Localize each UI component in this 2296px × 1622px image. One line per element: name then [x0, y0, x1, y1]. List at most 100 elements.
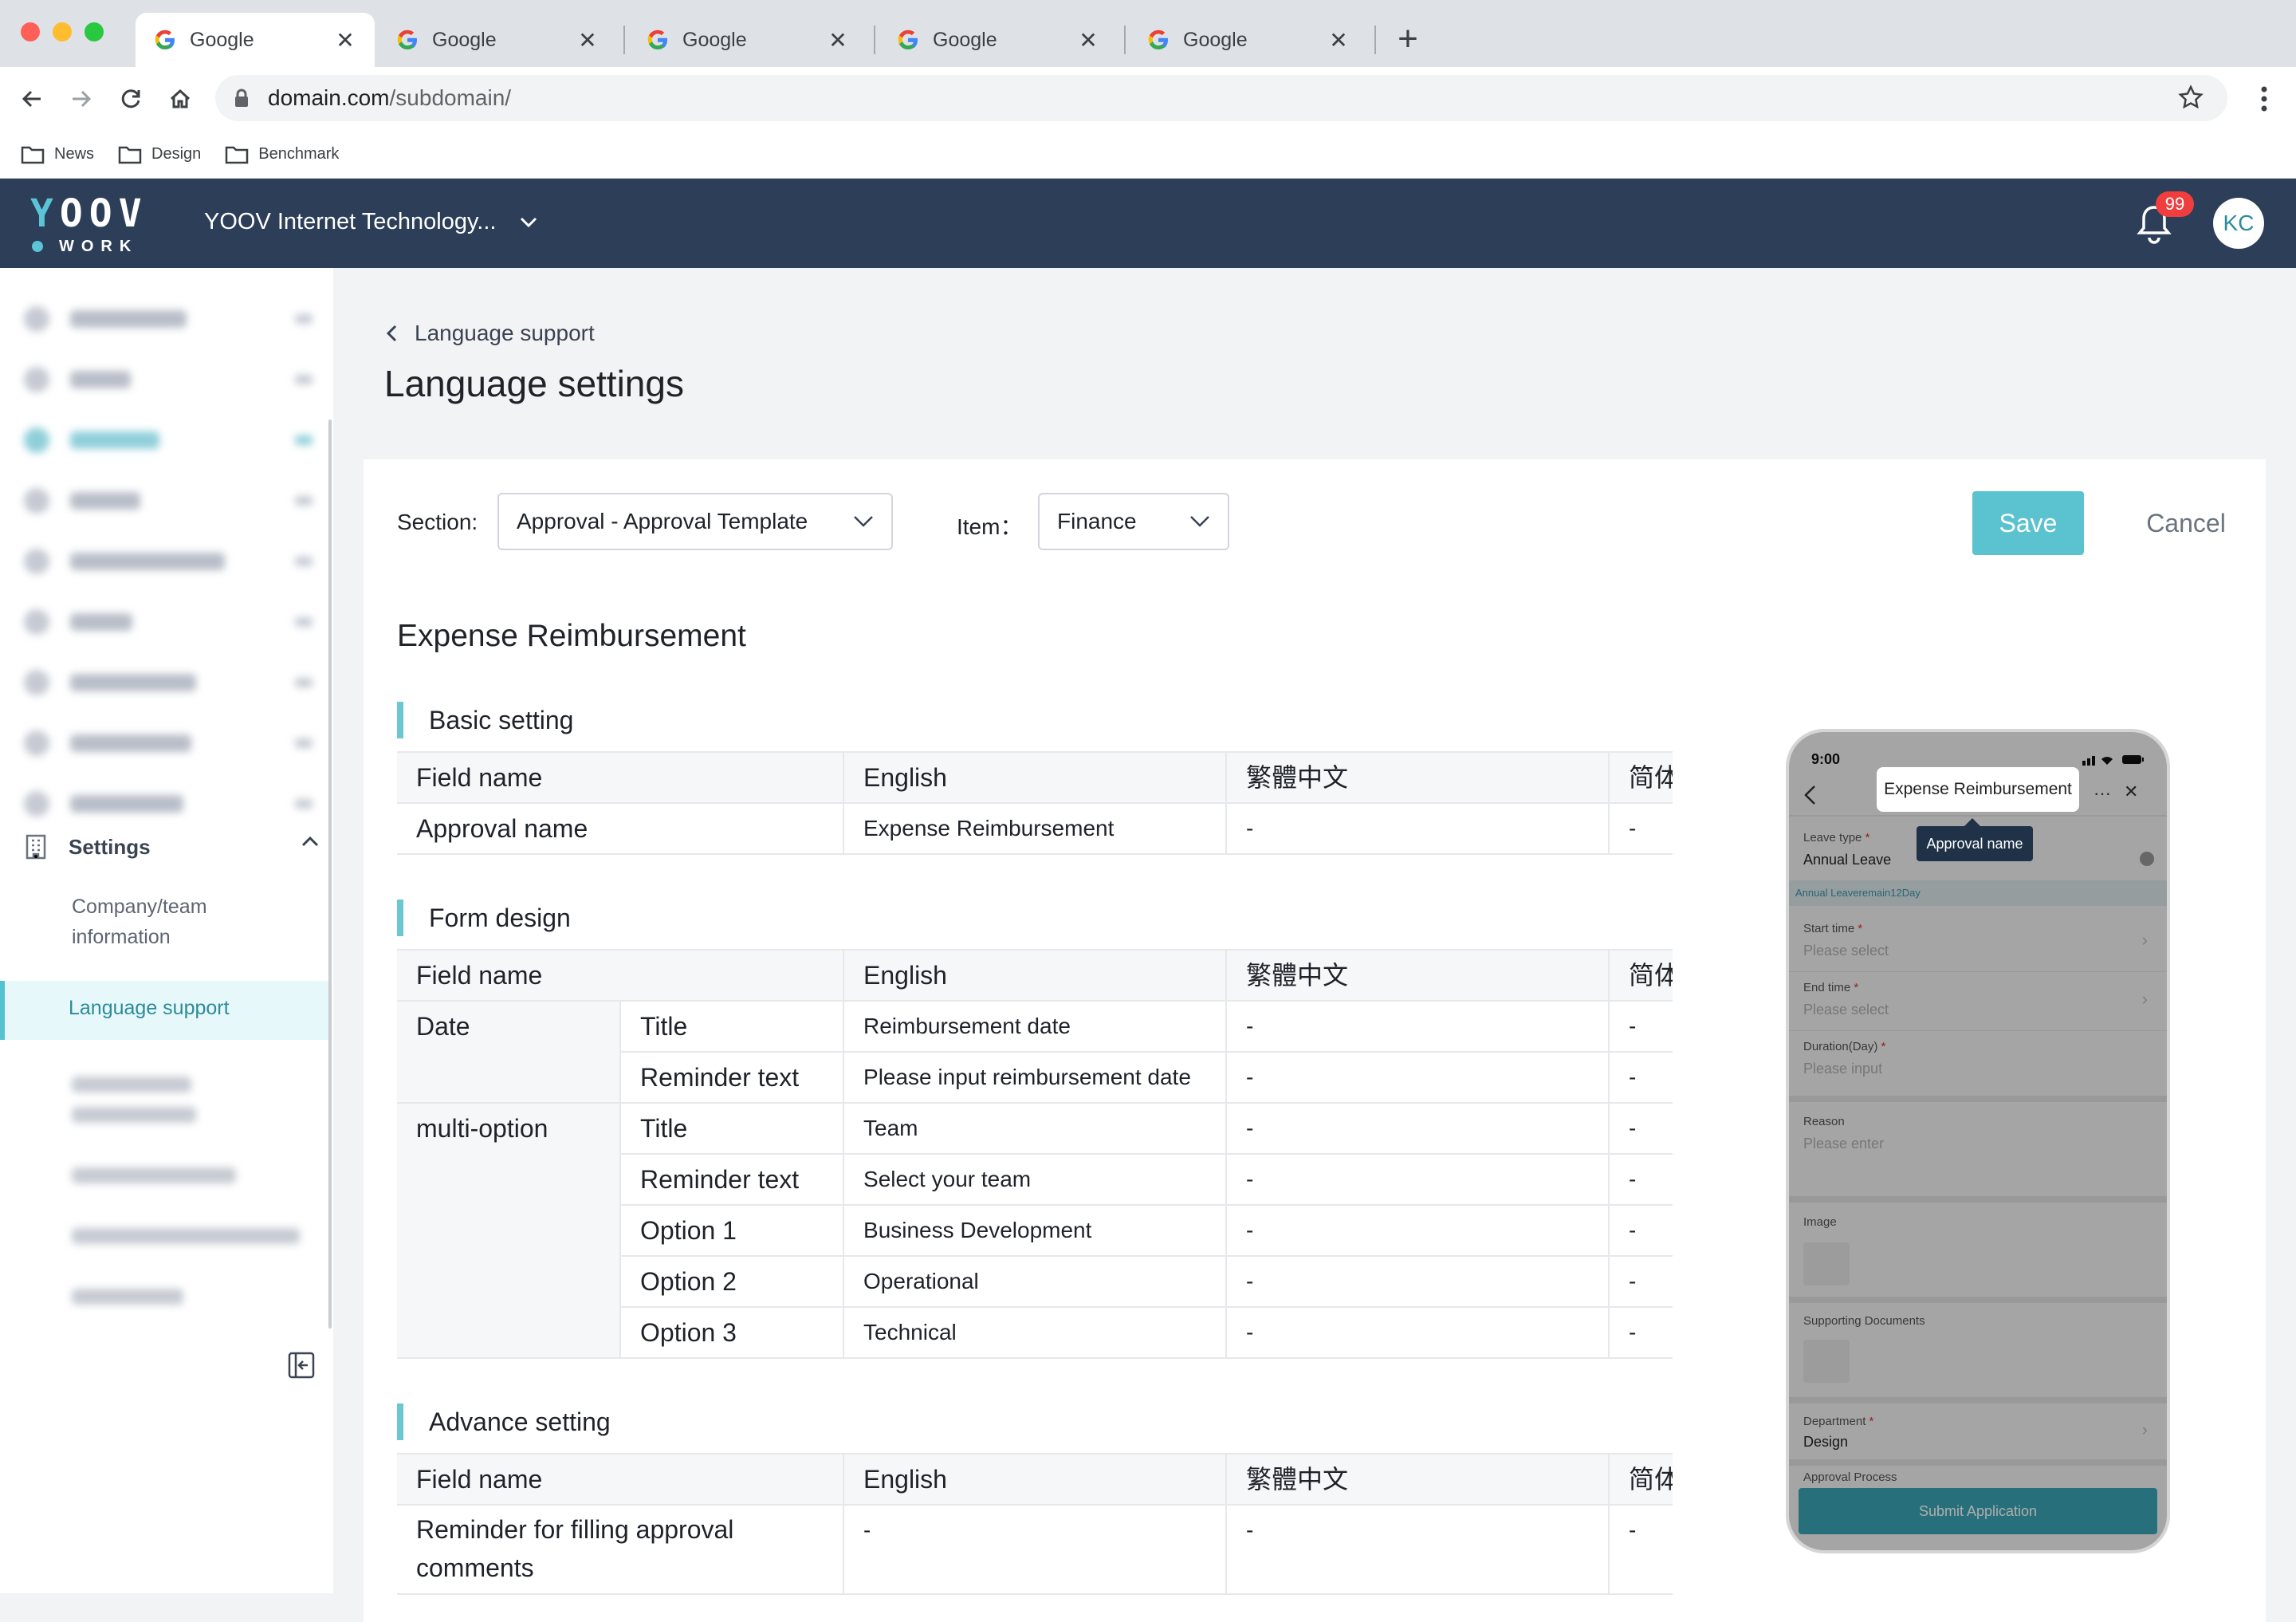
reload-icon[interactable] [113, 81, 148, 116]
english-cell[interactable]: Operational [843, 1256, 1228, 1308]
address-bar[interactable]: domain.com/subdomain/ [215, 75, 2227, 121]
simplified-cell[interactable]: - [1609, 1256, 1673, 1308]
table-row: Reminder for filling approval comments -… [397, 1505, 1673, 1595]
sidebar: Settings Company/team information Langua… [0, 268, 333, 1593]
sidebar-sub-label-line2: information [72, 926, 171, 948]
lock-icon [235, 89, 248, 107]
tab-close-icon[interactable]: ✕ [333, 27, 357, 53]
close-window-button[interactable] [21, 22, 40, 41]
bookmark-design[interactable]: Design [118, 145, 201, 164]
english-cell[interactable]: Expense Reimbursement [843, 803, 1227, 855]
tab-close-icon[interactable]: ✕ [1076, 27, 1100, 53]
simplified-cell[interactable]: - [1609, 1052, 1673, 1104]
header-field-name: Field name [397, 1453, 844, 1506]
back-arrow-icon[interactable] [14, 81, 49, 116]
traditional-cell[interactable]: - [1226, 1001, 1610, 1053]
home-icon[interactable] [163, 81, 198, 116]
sidebar-item-blurred[interactable] [24, 364, 313, 396]
sidebar-sub-blurred[interactable] [72, 1077, 191, 1092]
sidebar-sub-blurred[interactable] [72, 1289, 183, 1305]
traditional-cell[interactable]: - [1226, 1205, 1610, 1257]
sidebar-sub-company-info[interactable]: Company/team information [72, 892, 207, 952]
traditional-cell[interactable]: - [1226, 1307, 1610, 1359]
sidebar-sub-blurred[interactable] [72, 1107, 196, 1123]
traditional-cell[interactable]: - [1226, 803, 1610, 855]
english-cell[interactable]: Team [843, 1103, 1228, 1155]
sidebar-item-blurred[interactable] [24, 727, 313, 759]
save-button[interactable]: Save [1972, 491, 2084, 555]
sidebar-item-blurred[interactable] [24, 788, 313, 820]
sidebar-item-settings[interactable]: Settings [24, 829, 319, 864]
bookmark-label: Benchmark [258, 145, 340, 163]
browser-tab-5[interactable]: Google ✕ [1129, 13, 1368, 67]
chevron-left-icon [386, 325, 397, 342]
section-label: Section: [397, 510, 478, 534]
tab-title: Google [1183, 28, 1248, 51]
tab-separator [1374, 26, 1376, 54]
english-cell[interactable]: Reimbursement date [843, 1001, 1228, 1053]
browser-tab-2[interactable]: Google ✕ [378, 13, 617, 67]
google-icon [898, 30, 918, 49]
company-switcher[interactable]: YOOV Internet Technology... [204, 209, 537, 235]
sidebar-scrollbar[interactable] [328, 419, 332, 1329]
sidebar-item-blurred[interactable] [24, 424, 313, 456]
tab-title: Google [933, 28, 997, 51]
traditional-cell[interactable]: - [1226, 1256, 1610, 1308]
chevron-up-icon [301, 836, 319, 847]
cancel-button[interactable]: Cancel [2114, 491, 2258, 555]
bookmark-benchmark[interactable]: Benchmark [225, 145, 339, 164]
traditional-cell[interactable]: - [1226, 1505, 1610, 1595]
simplified-cell[interactable]: - [1609, 1205, 1673, 1257]
forward-arrow-icon[interactable] [64, 81, 99, 116]
tab-separator [623, 26, 625, 54]
field-name-cell: Title [620, 1103, 845, 1155]
sidebar-item-blurred[interactable] [24, 485, 313, 517]
sidebar-item-blurred[interactable] [24, 303, 313, 335]
simplified-cell[interactable]: - [1609, 1307, 1673, 1359]
avatar[interactable]: KC [2213, 198, 2264, 249]
table-header-row: Field name English 繁體中文 简体 [397, 751, 1673, 804]
browser-tab-4[interactable]: Google ✕ [879, 13, 1118, 67]
sidebar-item-blurred[interactable] [24, 545, 313, 577]
item-select[interactable]: Finance [1038, 493, 1229, 550]
minimize-window-button[interactable] [53, 22, 72, 41]
tab-close-icon[interactable]: ✕ [826, 27, 850, 53]
collapse-sidebar-icon[interactable] [287, 1351, 316, 1380]
traditional-cell[interactable]: - [1226, 1154, 1610, 1206]
simplified-cell[interactable]: - [1609, 1154, 1673, 1206]
advance-setting-table: Field name English 繁體中文 简体 Reminder for … [397, 1453, 1673, 1595]
browser-menu-icon[interactable] [2250, 81, 2278, 116]
english-cell[interactable]: Select your team [843, 1154, 1228, 1206]
bookmark-label: News [54, 145, 95, 163]
yoov-work-logo[interactable]: YOOV WORK [30, 195, 150, 255]
section-select[interactable]: Approval - Approval Template [497, 493, 893, 550]
new-tab-button[interactable]: + [1392, 18, 1424, 61]
tab-close-icon[interactable]: ✕ [1327, 27, 1350, 53]
browser-tab-1[interactable]: Google ✕ [136, 13, 375, 67]
simplified-cell[interactable]: - [1609, 1505, 1673, 1595]
sidebar-item-blurred[interactable] [24, 667, 313, 699]
sidebar-sub-blurred[interactable] [72, 1228, 300, 1244]
english-cell[interactable]: Please input reimbursement date [843, 1052, 1228, 1104]
bookmark-news[interactable]: News [21, 145, 94, 164]
english-cell[interactable]: - [843, 1505, 1227, 1595]
simplified-cell[interactable]: - [1609, 1103, 1673, 1155]
breadcrumb[interactable]: Language support [386, 321, 595, 346]
sidebar-sub-blurred[interactable] [72, 1167, 236, 1183]
browser-tab-3[interactable]: Google ✕ [628, 13, 867, 67]
sidebar-sub-language-support[interactable]: Language support [0, 981, 328, 1040]
traditional-cell[interactable]: - [1226, 1103, 1610, 1155]
tab-close-icon[interactable]: ✕ [576, 27, 600, 53]
traditional-cell[interactable]: - [1226, 1052, 1610, 1104]
logo-letter-y: Y [30, 191, 60, 236]
google-icon [647, 30, 667, 49]
field-name-cell: Reminder for filling approval comments [397, 1505, 844, 1595]
english-cell[interactable]: Business Development [843, 1205, 1228, 1257]
sidebar-item-blurred[interactable] [24, 606, 313, 638]
maximize-window-button[interactable] [85, 22, 104, 41]
section-select-value: Approval - Approval Template [517, 509, 808, 533]
bookmark-star-icon[interactable] [2178, 85, 2204, 110]
simplified-cell[interactable]: - [1609, 1001, 1673, 1053]
simplified-cell[interactable]: - [1609, 803, 1673, 855]
english-cell[interactable]: Technical [843, 1307, 1228, 1359]
